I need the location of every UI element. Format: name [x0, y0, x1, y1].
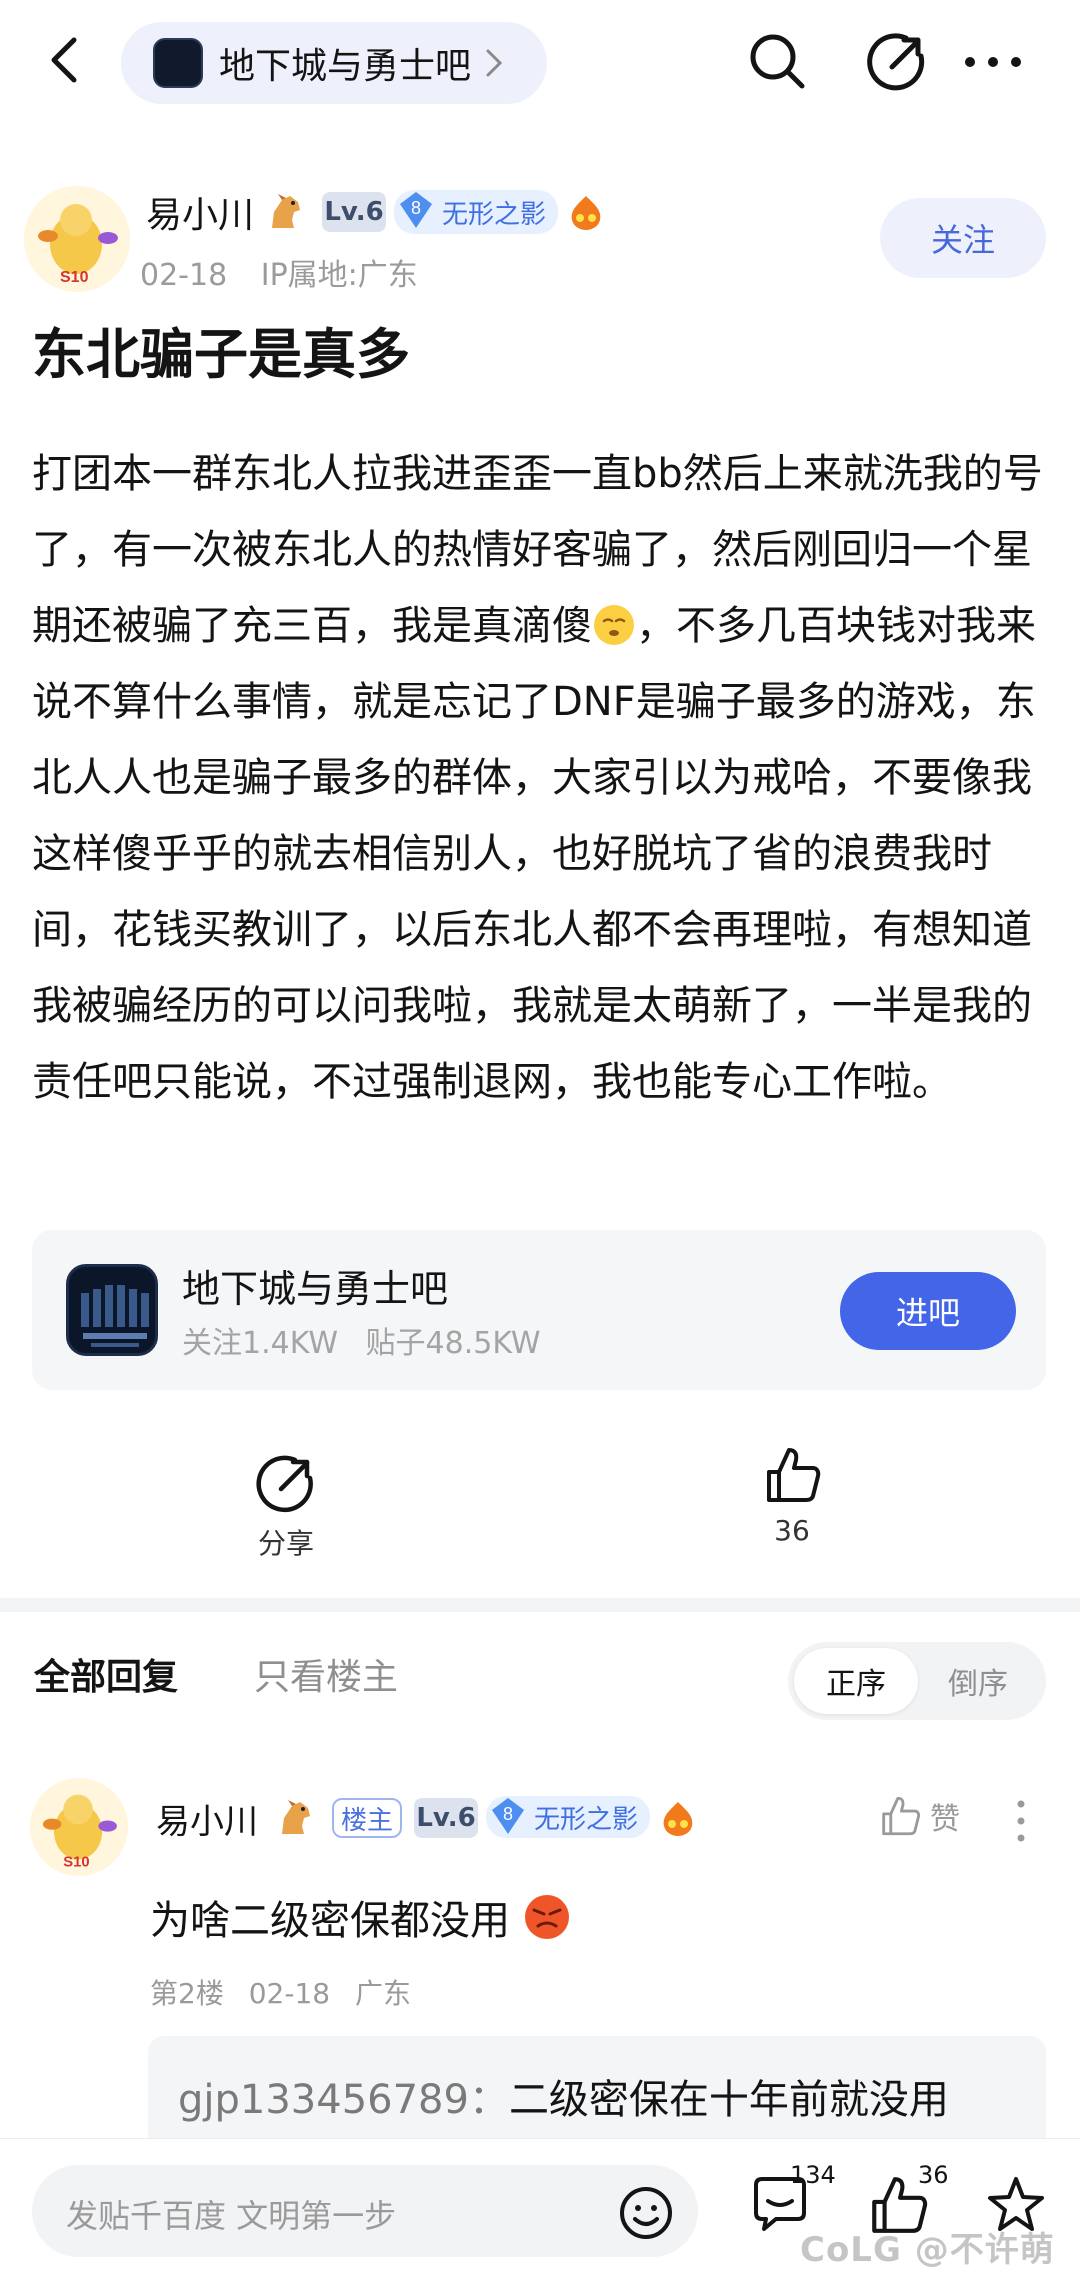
thumbs-up-icon [767, 1448, 821, 1502]
enter-forum-button[interactable]: 进吧 [840, 1272, 1016, 1350]
forum-logo-icon [66, 1264, 158, 1356]
reply-like-button[interactable]: 赞 [878, 1794, 960, 1838]
title-badge: 8 无形之影 [394, 190, 559, 234]
forum-card-stats: 关注1.4KW 贴子48.5KW [182, 1318, 559, 1362]
tired-face-emoji-icon [594, 605, 634, 645]
chevron-right-icon [486, 49, 503, 77]
reply-text: 为啥二级密保都没用 [150, 1898, 510, 1944]
forum-card[interactable]: 地下城与勇士吧 关注1.4KW 贴子48.5KW 进吧 [32, 1230, 1046, 1390]
more-vertical-icon[interactable] [1006, 1796, 1036, 1846]
forum-posts: 贴子48.5KW [365, 1326, 541, 1361]
watermark: CoLG @不许萌 [800, 2230, 1055, 2270]
bottom-like-count: 36 [918, 2161, 949, 2189]
order-toggle: 正序 倒序 [788, 1642, 1046, 1720]
back-icon[interactable] [36, 30, 96, 90]
fire-mask-icon [571, 196, 601, 230]
post-title: 东北骗子是真多 [32, 323, 410, 386]
ip-location: IP属地:广东 [260, 258, 418, 293]
svg-text:S10: S10 [60, 269, 89, 286]
reply-location: 广东 [355, 1977, 412, 2010]
reply-like-label: 赞 [930, 1802, 960, 1837]
svg-text:8: 8 [411, 198, 421, 218]
post-body: 打团本一群东北人拉我进歪歪一直bb然后上来就洗我的号了，有一次被东北人的热情好客… [32, 436, 1052, 1120]
top-bar: 地下城与勇士吧 [0, 0, 1080, 124]
order-asc-button[interactable]: 正序 [794, 1648, 918, 1714]
svg-text:S10: S10 [63, 1855, 89, 1871]
author-name[interactable]: 易小川 [146, 186, 254, 238]
level-badge: Lv.6 [322, 192, 386, 232]
author-avatar[interactable]: S10 [24, 186, 130, 292]
reply-content: 为啥二级密保都没用 [150, 1888, 572, 1946]
comment-placeholder: 发贴千百度 文明第一步 [66, 2197, 397, 2235]
fire-mask-icon [663, 1802, 693, 1836]
reply-avatar[interactable]: S10 [30, 1778, 128, 1876]
reply-title-badge-text: 无形之影 [534, 1804, 639, 1835]
follow-button[interactable]: 关注 [880, 198, 1046, 278]
forum-followers: 关注1.4KW [182, 1326, 338, 1361]
post-date: 02-18 [140, 258, 228, 293]
like-action[interactable]: 36 [712, 1444, 872, 1547]
more-icon[interactable] [960, 34, 1026, 90]
thumbs-up-icon [882, 1796, 921, 1836]
diamond-icon: 8 [400, 192, 432, 228]
post-body-part2: ，不多几百块钱对我来说不算什么事情，就是忘记了DNF是骗子最多的游戏，东北人人也… [32, 603, 1036, 1105]
search-icon[interactable] [744, 28, 810, 94]
title-badge-text: 无形之影 [442, 199, 547, 230]
svg-text:8: 8 [503, 1804, 513, 1824]
reply-date: 02-18 [248, 1977, 331, 2010]
diamond-icon: 8 [492, 1798, 524, 1834]
horse-icon [272, 194, 300, 228]
owner-badge: 楼主 [332, 1798, 402, 1838]
angry-face-emoji-icon [525, 1895, 569, 1939]
comment-count: 134 [790, 2161, 836, 2189]
like-count: 36 [774, 1514, 810, 1547]
share-action[interactable]: 分享 [206, 1452, 366, 1562]
share-icon [256, 1455, 313, 1513]
post-meta: 02-18 IP属地:广东 [140, 250, 442, 294]
forum-card-name: 地下城与勇士吧 [182, 1267, 449, 1311]
forum-link-pill[interactable]: 地下城与勇士吧 [121, 22, 547, 104]
forum-name: 地下城与勇士吧 [219, 46, 472, 87]
comment-input[interactable]: 发贴千百度 文明第一步 [32, 2165, 698, 2257]
tab-all-replies[interactable]: 全部回复 [34, 1648, 178, 1700]
tab-owner-only[interactable]: 只看楼主 [254, 1648, 398, 1700]
forum-logo-icon [153, 38, 203, 88]
share-icon[interactable] [866, 30, 928, 92]
sub-reply-user[interactable]: gjp133456789： [178, 2077, 509, 2123]
reply-meta: 第2楼 02-18 广东 [150, 1972, 427, 2012]
sub-reply-text: 二级密保在十年前就没用 [508, 2077, 949, 2123]
reply-level-badge: Lv.6 [414, 1798, 478, 1838]
share-label: 分享 [257, 1527, 314, 1560]
emoji-icon[interactable] [618, 2185, 674, 2241]
reply-author-name[interactable]: 易小川 [156, 1794, 258, 1843]
horse-icon [282, 1800, 310, 1834]
reply-title-badge: 8 无形之影 [486, 1796, 651, 1838]
order-desc-button[interactable]: 倒序 [916, 1648, 1040, 1714]
section-divider [0, 1598, 1080, 1612]
reply-floor: 第2楼 [150, 1977, 224, 2010]
